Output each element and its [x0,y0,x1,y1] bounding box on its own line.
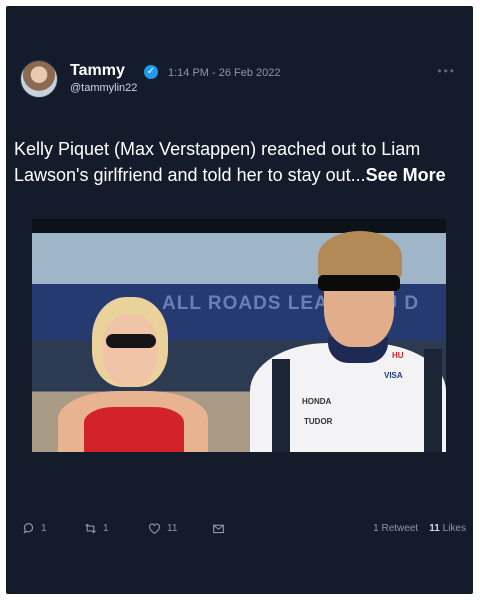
photo-woman-face [102,314,158,386]
reply-icon [23,523,34,534]
author-handle[interactable]: @tammylin22 [70,82,137,94]
message-icon [213,524,224,534]
like-button[interactable]: 11 [148,522,177,535]
author-name[interactable]: Tammy [70,62,125,80]
retweet-button[interactable]: 1 [84,522,109,535]
reply-button[interactable]: 1 [22,522,47,535]
photo-logo-visa: VISA [384,371,403,380]
tweet-text: Kelly Piquet (Max Verstappen) reached ou… [14,136,476,188]
retweet-icon [85,523,96,534]
tweet-actions: 1 1 11 1 Retweet 11 Likes [22,522,468,542]
tweet-card: Tammy ✓ 1:14 PM - 26 Feb 2022 @tammylin2… [6,6,473,594]
more-icon[interactable]: ••• [437,64,456,78]
reply-count: 1 [41,523,47,534]
photo-man-strap-left [272,359,290,452]
photo-logo-tudor: TUDOR [304,417,333,426]
message-button[interactable] [212,522,225,535]
photo-woman-red-top [84,407,184,452]
photo-man-sunglasses [318,275,400,291]
photo-logo-honda: HONDA [302,397,332,406]
tweet-timestamp[interactable]: 1:14 PM - 26 Feb 2022 [168,67,281,79]
photo-logo-hu: HU [392,351,404,360]
tweet-photo[interactable]: ALL ROADS LEA ABU D HU VISA HONDA TUDOR [32,219,446,452]
tweet-body: Kelly Piquet (Max Verstappen) reached ou… [14,139,421,185]
like-count: 11 [167,523,178,534]
tweet-stats: 1 Retweet 11 Likes [373,523,466,534]
avatar[interactable] [20,60,58,98]
like-icon [149,523,160,535]
likes-stat[interactable]: 11 Likes [429,523,466,534]
tweet-header: Tammy ✓ 1:14 PM - 26 Feb 2022 @tammylin2… [20,60,460,104]
see-more-link[interactable]: See More [366,165,446,185]
verified-badge-icon: ✓ [144,65,158,79]
retweet-count: 1 [103,523,109,534]
retweets-stat[interactable]: 1 Retweet [373,523,418,534]
photo-man-strap-right [424,349,442,452]
photo-woman-sunglasses [106,334,156,348]
